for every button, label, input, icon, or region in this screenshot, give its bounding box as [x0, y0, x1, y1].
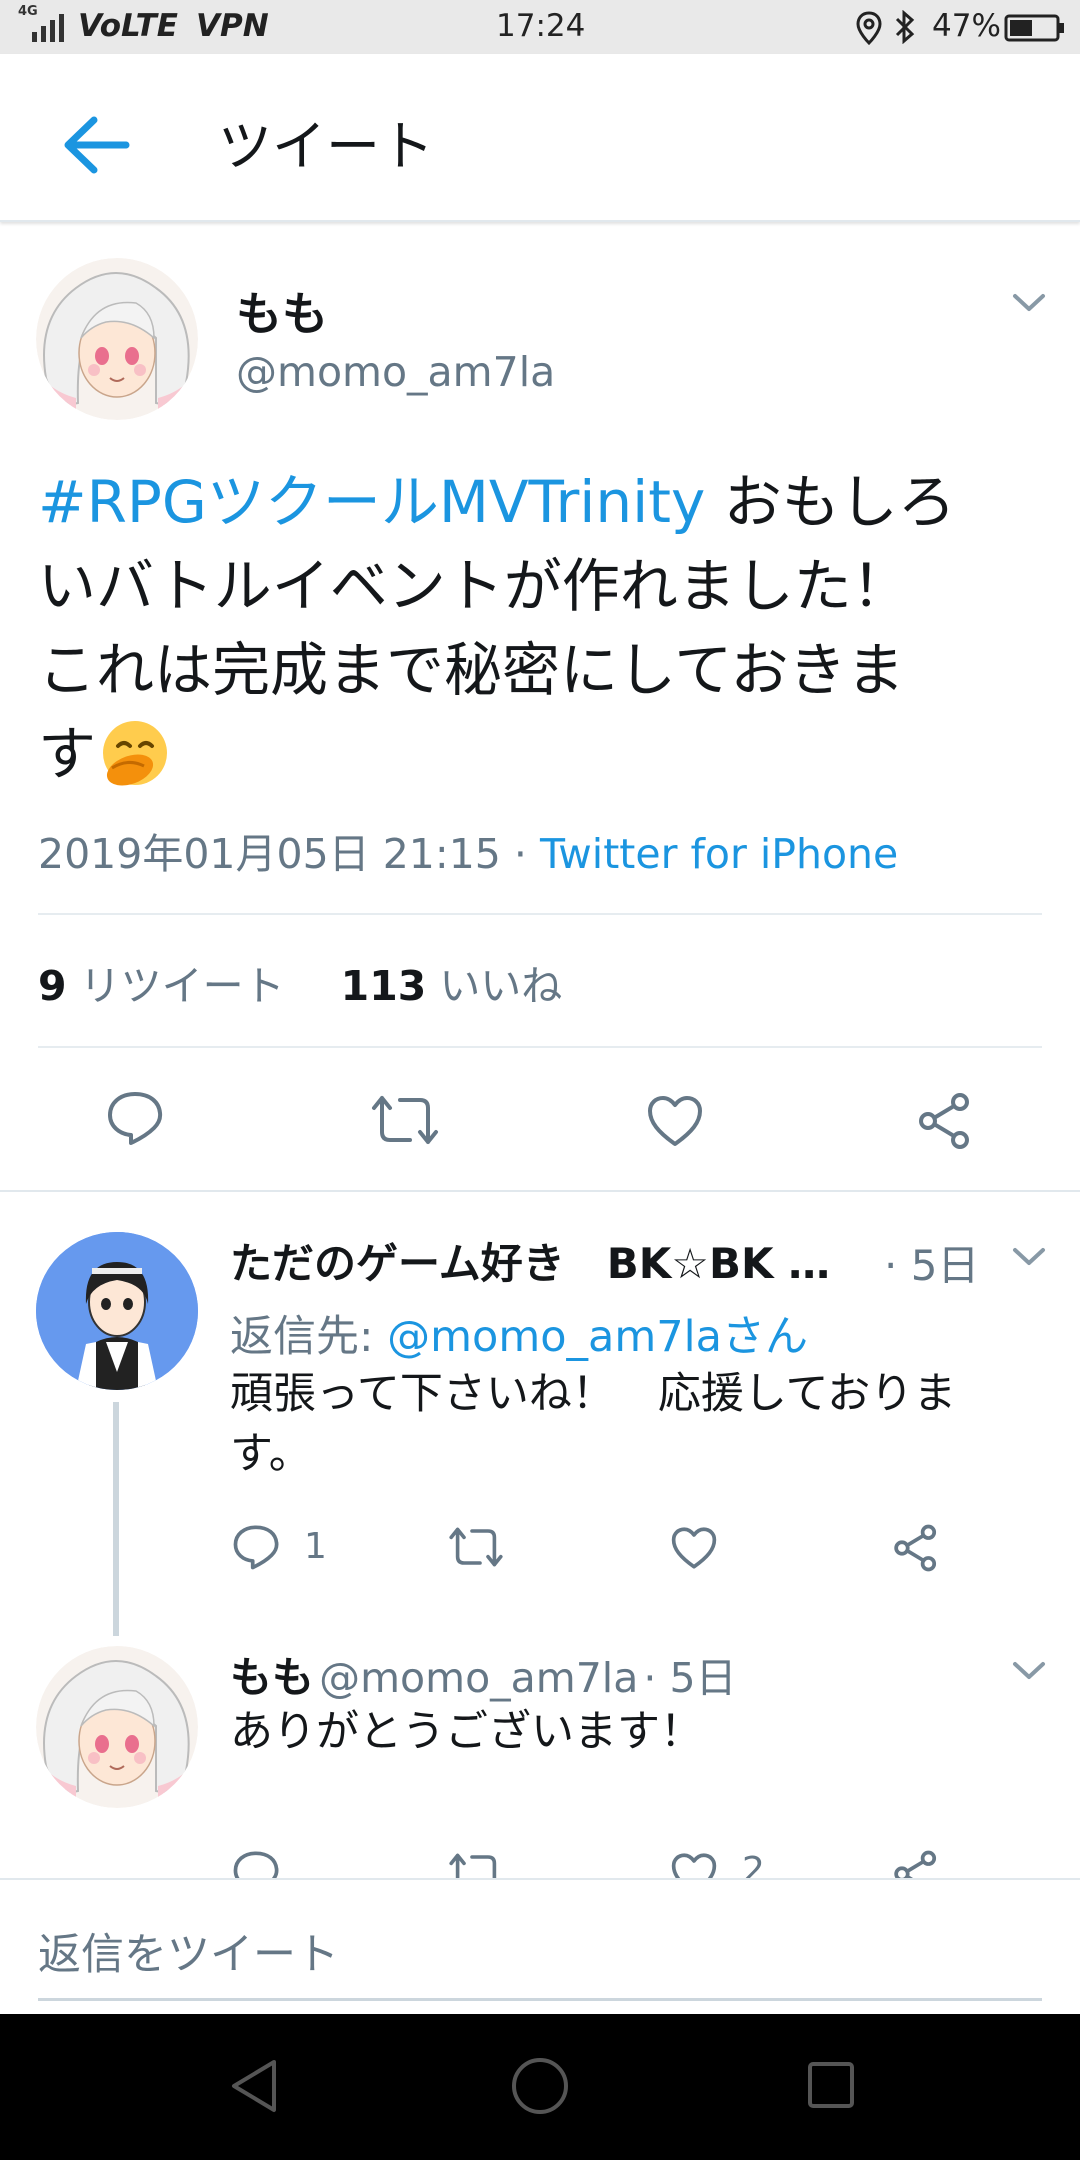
battery-icon: [1004, 14, 1066, 42]
divider: [38, 913, 1042, 915]
vpn-label: VPN: [196, 8, 269, 44]
reply-text: ありがとうございます！: [230, 1707, 703, 1757]
reply-icon[interactable]: [106, 1090, 164, 1146]
reply-to-mention-link[interactable]: @momo_am7laさん: [387, 1312, 808, 1362]
status-bar: 4G VoLTE VPN 17:24 47%: [0, 0, 1080, 54]
volte-label: VoLTE: [78, 8, 178, 44]
reply-options-chevron-icon[interactable]: [1012, 1660, 1046, 1682]
reply-author-handle[interactable]: @momo_am7la: [319, 1654, 638, 1702]
section-divider: [0, 1190, 1080, 1192]
reply-to-label: 返信先:: [230, 1312, 388, 1362]
nav-recents-icon[interactable]: [806, 2060, 856, 2110]
android-nav-bar: [0, 2014, 1080, 2160]
share-icon[interactable]: [916, 1092, 974, 1150]
reply-author-name[interactable]: ただのゲーム好き BK☆BK …: [230, 1230, 830, 1291]
hashtag-link[interactable]: #RPGツクールMVTrinity: [38, 468, 705, 536]
reply-icon[interactable]: [232, 1850, 280, 1878]
like-heart-icon[interactable]: [670, 1852, 718, 1878]
divider: [38, 1046, 1042, 1048]
tweet-stats: 9 リツイート 113 いいね: [38, 952, 562, 1012]
reply-text-line-2: す。: [230, 1429, 312, 1479]
tweet-text-segment: おもしろ: [705, 468, 956, 536]
retweets-count: 9: [38, 962, 67, 1010]
signal-bars-icon: [32, 14, 70, 42]
thread-connector-line: [113, 1402, 119, 1636]
share-icon[interactable]: [892, 1524, 940, 1572]
reply-timestamp: · 5日: [884, 1241, 980, 1290]
tweet-text-line-1: #RPGツクールMVTrinity おもしろ: [38, 460, 1048, 544]
author-avatar[interactable]: [36, 258, 198, 420]
author-handle[interactable]: @momo_am7la: [236, 348, 555, 396]
nav-home-icon[interactable]: [510, 2056, 570, 2116]
tweet-text-line-4: す: [38, 712, 1048, 796]
likes-stat[interactable]: 113 いいね: [341, 962, 563, 1010]
reply-to-line: 返信先: @momo_am7laさん: [230, 1302, 808, 1364]
location-icon: [856, 11, 882, 45]
tweet-options-chevron-icon[interactable]: [1012, 292, 1046, 314]
retweets-stat[interactable]: 9 リツイート: [38, 962, 285, 1010]
meta-separator: ·: [513, 830, 527, 878]
compose-underline: [38, 1998, 1042, 2001]
tweet-text: #RPGツクールMVTrinity おもしろ いバトルイベントが作れました！ こ…: [38, 460, 1048, 796]
top-app-bar: ツイート: [0, 54, 1080, 222]
tweet-source-link[interactable]: Twitter for iPhone: [540, 830, 898, 878]
tweet-text-segment: す: [38, 720, 97, 788]
reply-icon[interactable]: [232, 1524, 280, 1570]
author-name[interactable]: もも: [236, 278, 328, 344]
likes-count: 113: [340, 962, 427, 1010]
tweet-text-line-3: これは完成まで秘密にしておきま: [38, 636, 905, 704]
reply-text-line-1: 頑張って下さいね！ 応援しておりま: [230, 1369, 957, 1419]
tweet-meta: 2019年01月05日 21:15 · Twitter for iPhone: [38, 820, 898, 880]
reply-text: 頑張って下さいね！ 応援しておりま す。: [230, 1364, 1030, 1484]
retweet-icon[interactable]: [448, 1526, 504, 1568]
share-icon[interactable]: [892, 1850, 940, 1878]
reply-count: 1: [304, 1526, 327, 1567]
face-with-hand-over-mouth-emoji: [100, 718, 170, 788]
reply-timestamp: · 5日: [643, 1654, 737, 1702]
like-heart-icon[interactable]: [646, 1094, 704, 1148]
tweet-text-line-2: いバトルイベントが作れました！: [38, 552, 910, 620]
retweet-icon[interactable]: [370, 1094, 440, 1146]
tweet-timestamp: 2019年01月05日 21:15: [38, 830, 501, 878]
battery-percent: 47%: [932, 8, 1001, 44]
reply-2-actions: 2: [0, 1836, 1080, 1878]
retweet-icon[interactable]: [448, 1852, 504, 1878]
back-arrow-icon[interactable]: [62, 114, 130, 176]
clock: 17:24: [496, 8, 586, 44]
bluetooth-icon: [894, 10, 916, 44]
like-count: 2: [742, 1850, 765, 1878]
retweets-label: リツイート: [79, 962, 285, 1010]
reply-author-name[interactable]: もも: [230, 1653, 314, 1702]
reply-author-avatar[interactable]: [36, 1232, 198, 1390]
like-heart-icon[interactable]: [670, 1526, 718, 1570]
nav-back-icon[interactable]: [228, 2058, 280, 2114]
reply-compose-bar[interactable]: 返信をツイート: [0, 1878, 1080, 2012]
reply-options-chevron-icon[interactable]: [1012, 1246, 1046, 1268]
reply-author-avatar[interactable]: [36, 1646, 198, 1808]
reply-compose-input[interactable]: 返信をツイート: [38, 1920, 339, 1982]
reply-2-header: もも @momo_am7la · 5日: [230, 1644, 737, 1705]
likes-label: いいね: [439, 962, 563, 1010]
page-title: ツイート: [218, 115, 434, 178]
